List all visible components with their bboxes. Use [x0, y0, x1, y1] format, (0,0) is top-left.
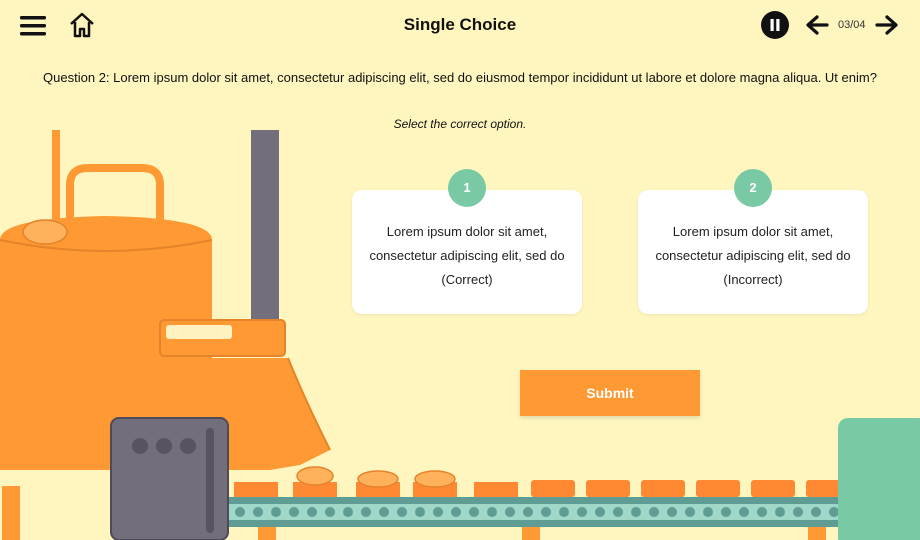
top-bar: Single Choice 03/04	[0, 0, 920, 52]
pause-icon[interactable]	[761, 11, 789, 39]
option-card-2[interactable]: Lorem ipsum dolor sit amet, consectetur …	[638, 190, 868, 314]
arrow-right-icon[interactable]	[875, 14, 899, 36]
buns	[296, 466, 456, 488]
conveyor-leg	[522, 525, 540, 540]
option-text: Lorem ipsum dolor sit amet, consectetur …	[655, 224, 851, 287]
question-text: Question 2: Lorem ipsum dolor sit amet, …	[43, 70, 877, 85]
submit-button[interactable]: Submit	[520, 370, 700, 416]
control-display	[166, 325, 232, 339]
option-card-1[interactable]: Lorem ipsum dolor sit amet, consectetur …	[352, 190, 582, 314]
option-number-badge: 2	[734, 169, 772, 207]
green-machine	[838, 418, 920, 540]
chimney-pipe	[251, 130, 279, 325]
table-leg	[2, 486, 20, 540]
question-counter: 03/04	[838, 19, 866, 31]
option-text: Lorem ipsum dolor sit amet, consectetur …	[369, 224, 565, 287]
arrow-left-icon[interactable]	[805, 14, 829, 36]
option-number-badge: 1	[448, 169, 486, 207]
instruction-text: Select the correct option.	[393, 117, 527, 131]
conveyor-leg	[808, 525, 826, 540]
dough-lump	[22, 219, 68, 245]
conveyor-leg	[258, 525, 276, 540]
